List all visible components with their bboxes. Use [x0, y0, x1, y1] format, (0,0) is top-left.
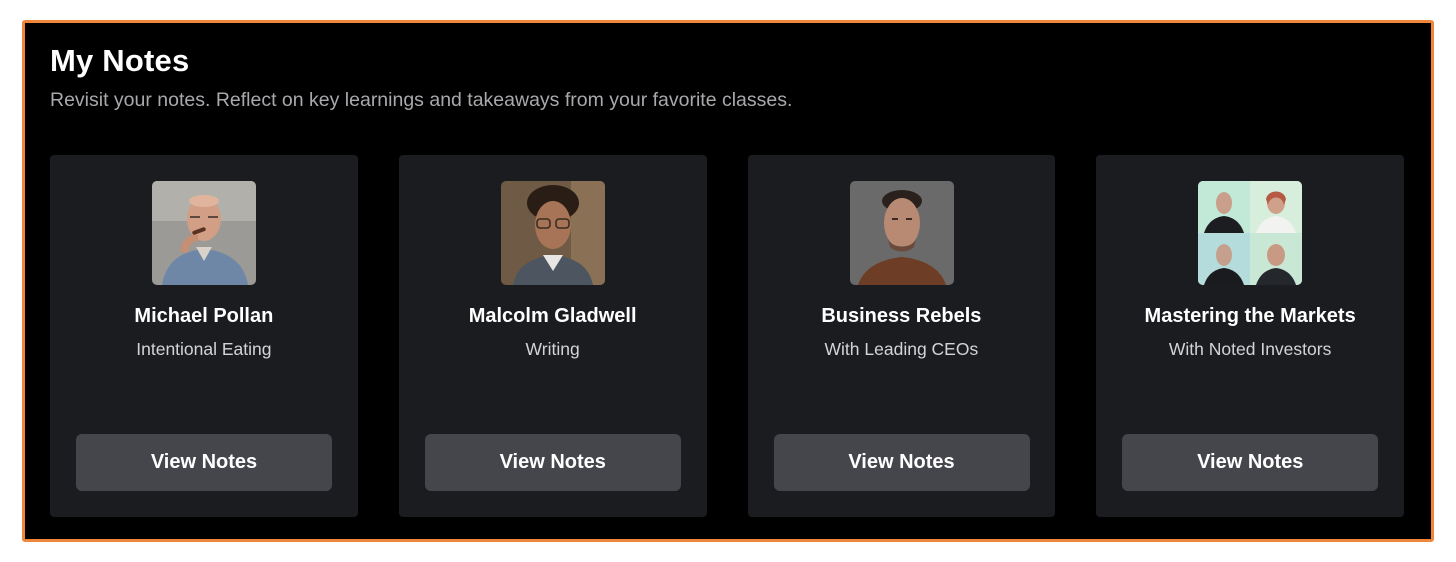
view-notes-button[interactable]: View Notes [773, 434, 1030, 491]
view-notes-button[interactable]: View Notes [424, 434, 681, 491]
card-title: Business Rebels [821, 305, 982, 327]
view-notes-button[interactable]: View Notes [76, 434, 332, 491]
card-title: Michael Pollan [134, 305, 274, 327]
instructor-photo [500, 181, 605, 285]
instructor-photo-image [1198, 181, 1303, 285]
page-subtitle: Revisit your notes. Reflect on key learn… [50, 89, 793, 111]
instructor-photo-image [500, 181, 605, 285]
my-notes-panel: My Notes Revisit your notes. Reflect on … [22, 20, 1434, 542]
instructor-photo [1198, 181, 1303, 285]
instructor-photo [849, 181, 954, 285]
view-notes-button[interactable]: View Notes [1122, 434, 1379, 491]
card-title: Malcolm Gladwell [468, 305, 637, 327]
notes-card-business-rebels: Business Rebels With Leading CEOs View N… [747, 155, 1056, 517]
notes-card-michael-pollan: Michael Pollan Intentional Eating View N… [50, 155, 358, 517]
instructor-photo-image [849, 181, 954, 285]
card-subtitle: With Leading CEOs [824, 339, 979, 359]
card-subtitle: Writing [525, 339, 580, 359]
card-subtitle: Intentional Eating [136, 339, 272, 359]
notes-card-mastering-the-markets: Mastering the Markets With Noted Investo… [1096, 155, 1404, 517]
card-title: Mastering the Markets [1144, 305, 1356, 327]
card-subtitle: With Noted Investors [1168, 339, 1332, 359]
instructor-photo [152, 181, 256, 285]
instructor-photo-image [152, 181, 256, 285]
page-title: My Notes [50, 43, 190, 78]
notes-card-list: Michael Pollan Intentional Eating View N… [50, 155, 1404, 517]
notes-card-malcolm-gladwell: Malcolm Gladwell Writing View Notes [398, 155, 707, 517]
